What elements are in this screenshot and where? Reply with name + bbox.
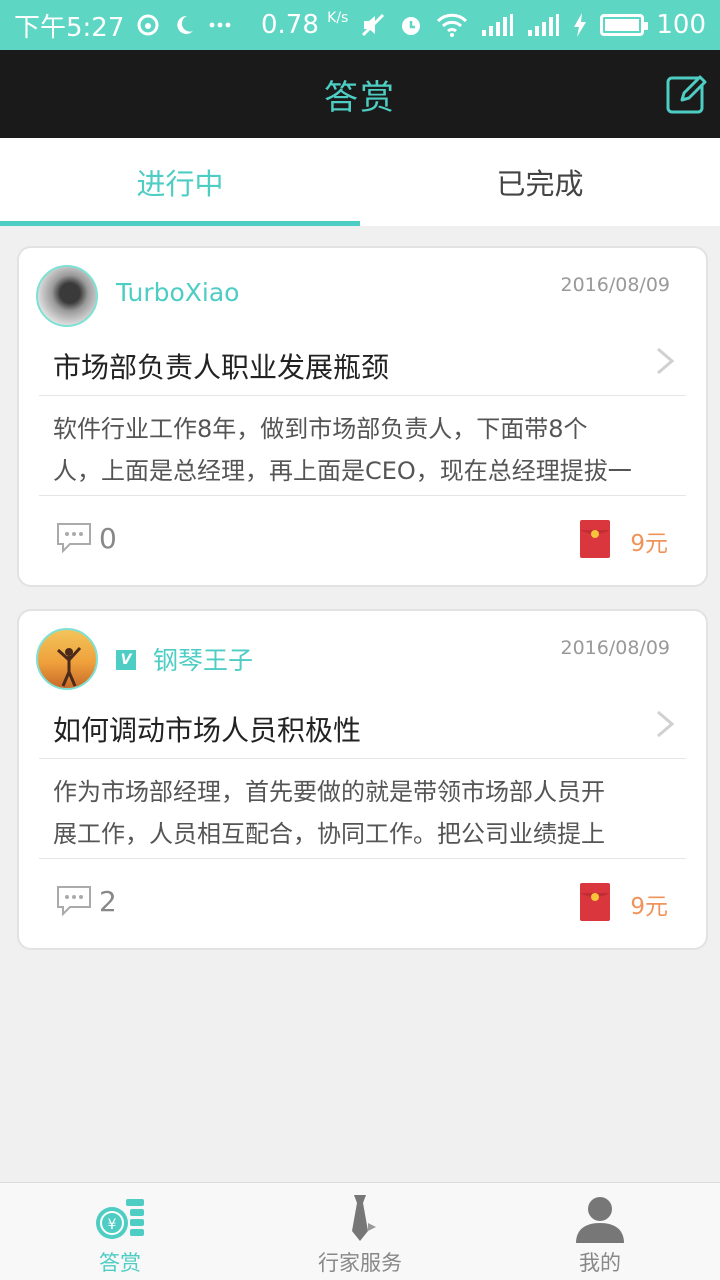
nav-item-expert-service[interactable]: 行家服务 [240, 1183, 480, 1280]
question-body: 软件行业工作8年，做到市场部负责人，下面带8个 人，上面是总经理，再上面是CEO… [39, 396, 686, 496]
card-header: TurboXiao 2016/08/09 [19, 248, 706, 340]
nav-label: 行家服务 [318, 1251, 402, 1275]
app-header: 答赏 [0, 50, 720, 138]
avatar[interactable] [36, 628, 98, 690]
status-time: 下午5:27 [14, 12, 125, 43]
avatar-figure [56, 646, 82, 687]
edit-icon [666, 75, 707, 114]
network-speed: 0.78 K/s [261, 10, 348, 40]
comment-icon[interactable] [56, 885, 92, 917]
status-bar: 下午5:27 0.78 K/s 100 [0, 0, 720, 50]
post-date: 2016/08/09 [560, 274, 670, 296]
wifi-icon [436, 12, 468, 38]
charging-icon [572, 12, 588, 38]
chevron-right-icon [657, 710, 675, 738]
person-icon [576, 1197, 624, 1243]
avatar[interactable] [36, 265, 98, 327]
reward-amount: 9元 [630, 531, 668, 557]
nav-label: 我的 [579, 1251, 621, 1275]
question-card[interactable]: TurboXiao 2016/08/09 市场部负责人职业发展瓶颈 软件行业工作… [17, 246, 708, 587]
moon-icon [172, 13, 196, 37]
question-card[interactable]: V 钢琴王子 2016/08/09 如何调动市场人员积极性 作为市场部经理，首先… [17, 609, 708, 950]
nav-item-reward[interactable]: ¥ 答赏 [0, 1183, 240, 1280]
signal-4g-icon [480, 12, 514, 38]
question-title-row[interactable]: 市场部负责人职业发展瓶颈 [39, 340, 686, 396]
post-date: 2016/08/09 [560, 637, 670, 659]
user-name[interactable]: 钢琴王子 [153, 641, 253, 677]
question-body: 作为市场部经理，首先要做的就是带领市场部人员开 展工作，人员相互配合，协同工作。… [39, 759, 686, 859]
nav-label: 答赏 [99, 1251, 141, 1275]
comment-icon[interactable] [56, 522, 92, 554]
question-body-line: 展工作，人员相互配合，协同工作。把公司业绩提上 [53, 820, 605, 848]
question-body-line: 人，上面是总经理，再上面是CEO，现在总经理提拔一 [53, 457, 632, 485]
red-packet-icon [580, 520, 610, 558]
weibo-icon [136, 13, 160, 37]
tab-bar: 进行中 已完成 [0, 138, 720, 226]
card-header: V 钢琴王子 2016/08/09 [19, 611, 706, 703]
alarm-icon [398, 12, 424, 38]
question-title: 市场部负责人职业发展瓶颈 [53, 351, 390, 384]
bottom-nav: ¥ 答赏 行家服务 我的 [0, 1182, 720, 1280]
comment-count: 0 [99, 522, 117, 555]
question-body-line: 软件行业工作8年，做到市场部负责人，下面带8个 [53, 415, 588, 443]
red-packet-icon [580, 883, 610, 921]
page-title: 答赏 [324, 77, 396, 118]
reward-amount: 9元 [630, 894, 668, 920]
svg-text:¥: ¥ [108, 1217, 117, 1233]
nav-item-mine[interactable]: 我的 [480, 1183, 720, 1280]
battery-icon [600, 14, 649, 36]
question-body-line: 作为市场部经理，首先要做的就是带领市场部人员开 [53, 778, 605, 806]
question-title: 如何调动市场人员积极性 [53, 714, 362, 747]
question-list: TurboXiao 2016/08/09 市场部负责人职业发展瓶颈 软件行业工作… [17, 246, 708, 972]
compose-button[interactable] [666, 72, 708, 114]
mute-icon [360, 12, 386, 38]
more-icon [208, 13, 232, 37]
chevron-right-icon [657, 347, 675, 375]
coin-stack-icon: ¥ [96, 1199, 144, 1239]
tab-completed[interactable]: 已完成 [360, 138, 720, 226]
tie-icon [352, 1195, 376, 1241]
network-speed-unit: K/s [327, 10, 349, 26]
tab-in-progress[interactable]: 进行中 [0, 138, 360, 226]
verified-badge: V [116, 650, 136, 670]
question-title-row[interactable]: 如何调动市场人员积极性 [39, 703, 686, 759]
user-name[interactable]: TurboXiao [116, 278, 239, 307]
comment-count: 2 [99, 885, 117, 918]
card-footer: 2 9元 [19, 859, 706, 949]
signal-icon [526, 12, 560, 38]
card-footer: 0 9元 [19, 496, 706, 586]
battery-level: 100 [656, 10, 706, 40]
network-speed-value: 0.78 [261, 10, 319, 40]
